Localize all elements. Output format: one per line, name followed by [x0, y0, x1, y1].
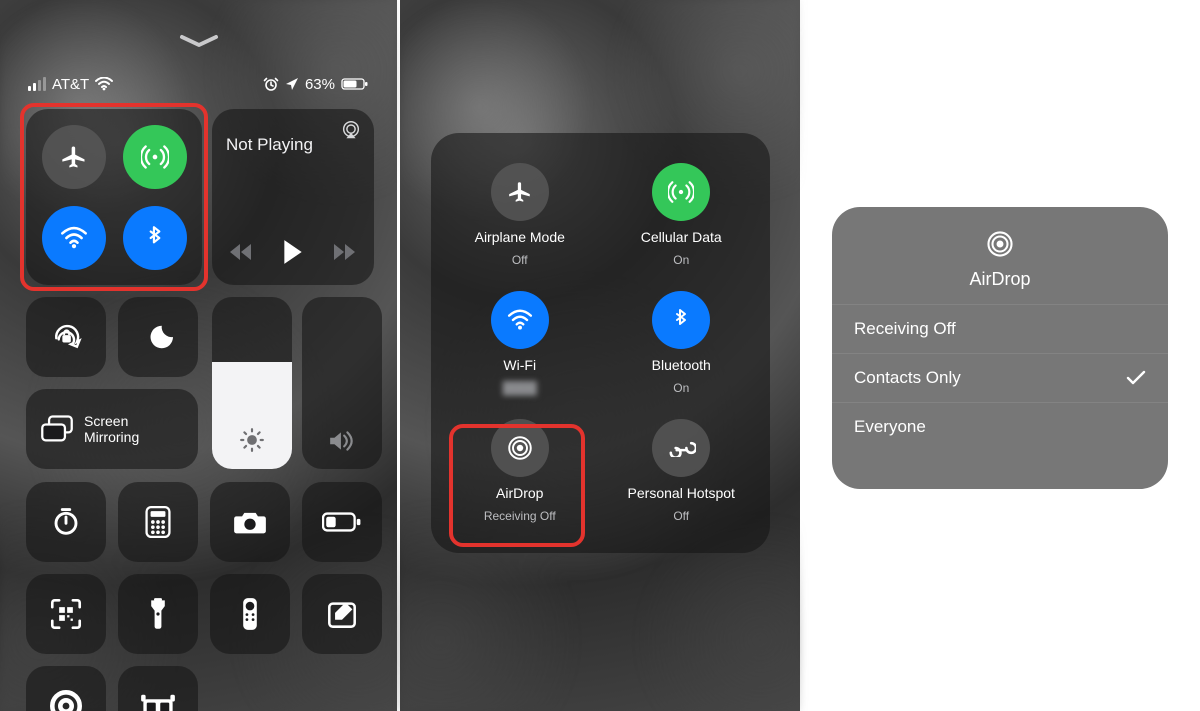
control-title: Personal Hotspot [628, 485, 735, 502]
bluetooth-control[interactable]: Bluetooth On [601, 279, 763, 407]
volume-slider[interactable] [302, 297, 382, 469]
home-button[interactable] [118, 666, 198, 711]
cellular-data-control[interactable]: Cellular Data On [601, 151, 763, 279]
screen-mirroring-button[interactable]: Screen Mirroring [26, 389, 198, 469]
alarm-icon [263, 76, 279, 92]
control-title: AirDrop [496, 485, 543, 502]
airdrop-option-everyone[interactable]: Everyone [832, 402, 1168, 451]
airplane-mode-control[interactable]: Airplane Mode Off [439, 151, 601, 279]
dismiss-chevron-icon[interactable] [179, 34, 219, 48]
hotspot-icon [652, 419, 710, 477]
control-sub: Off [512, 253, 528, 267]
volume-icon [328, 429, 356, 453]
flashlight-button[interactable] [118, 574, 198, 654]
airdrop-header-icon [985, 229, 1015, 259]
airdrop-option-contacts-only[interactable]: Contacts Only [832, 353, 1168, 402]
qr-code-scan-button[interactable] [26, 574, 106, 654]
low-power-mode-toggle[interactable] [302, 482, 382, 562]
connectivity-cluster[interactable] [26, 109, 202, 285]
control-sub: Off [673, 509, 689, 523]
media-next-button[interactable] [334, 243, 356, 261]
airdrop-menu-title: AirDrop [969, 269, 1030, 290]
airplay-icon[interactable] [340, 119, 362, 141]
option-label: Everyone [854, 417, 926, 437]
carrier-label: AT&T [52, 76, 89, 93]
checkmark-icon [1126, 370, 1146, 386]
control-sub: ████ [503, 381, 537, 395]
wifi-control[interactable]: Wi-Fi ████ [439, 279, 601, 407]
battery-pct-label: 63% [305, 76, 335, 93]
bluetooth-icon [652, 291, 710, 349]
notes-button[interactable] [302, 574, 382, 654]
airdrop-control[interactable]: AirDrop Receiving Off [439, 407, 601, 535]
rotation-lock-toggle[interactable] [26, 297, 106, 377]
cellular-icon [652, 163, 710, 221]
wifi-toggle[interactable] [42, 206, 106, 270]
cellular-data-toggle[interactable] [123, 125, 187, 189]
option-label: Contacts Only [854, 368, 961, 388]
do-not-disturb-toggle[interactable] [118, 297, 198, 377]
control-title: Bluetooth [652, 357, 711, 374]
calculator-button[interactable] [118, 482, 198, 562]
media-prev-button[interactable] [230, 243, 252, 261]
airdrop-option-receiving-off[interactable]: Receiving Off [832, 304, 1168, 353]
bluetooth-toggle[interactable] [123, 206, 187, 270]
wifi-status-icon [95, 77, 113, 91]
personal-hotspot-control[interactable]: Personal Hotspot Off [601, 407, 763, 535]
control-sub: On [673, 253, 689, 267]
control-title: Airplane Mode [475, 229, 565, 246]
media-controls-tile[interactable]: Not Playing [212, 109, 374, 285]
control-title: Cellular Data [641, 229, 722, 246]
control-sub: Receiving Off [484, 509, 556, 523]
location-icon [285, 77, 299, 91]
control-title: Wi-Fi [503, 357, 536, 374]
airdrop-icon [491, 419, 549, 477]
media-play-button[interactable] [282, 239, 304, 265]
status-bar: AT&T 63% [0, 72, 397, 96]
airdrop-menu-card: AirDrop Receiving Off Contacts Only Ever… [832, 207, 1168, 489]
control-sub: On [673, 381, 689, 395]
brightness-icon [239, 427, 265, 453]
airplane-icon [491, 163, 549, 221]
timer-button[interactable] [26, 482, 106, 562]
airplane-mode-toggle[interactable] [42, 125, 106, 189]
apple-tv-remote-button[interactable] [210, 574, 290, 654]
option-label: Receiving Off [854, 319, 956, 339]
cell-signal-icon [28, 77, 46, 91]
screen-mirroring-label: Screen Mirroring [84, 413, 139, 445]
accessibility-button[interactable] [26, 666, 106, 711]
battery-icon [341, 77, 369, 91]
camera-button[interactable] [210, 482, 290, 562]
wifi-icon [491, 291, 549, 349]
brightness-slider[interactable] [212, 297, 292, 469]
connectivity-expanded-card: Airplane Mode Off Cellular Data On Wi-Fi… [431, 133, 770, 553]
